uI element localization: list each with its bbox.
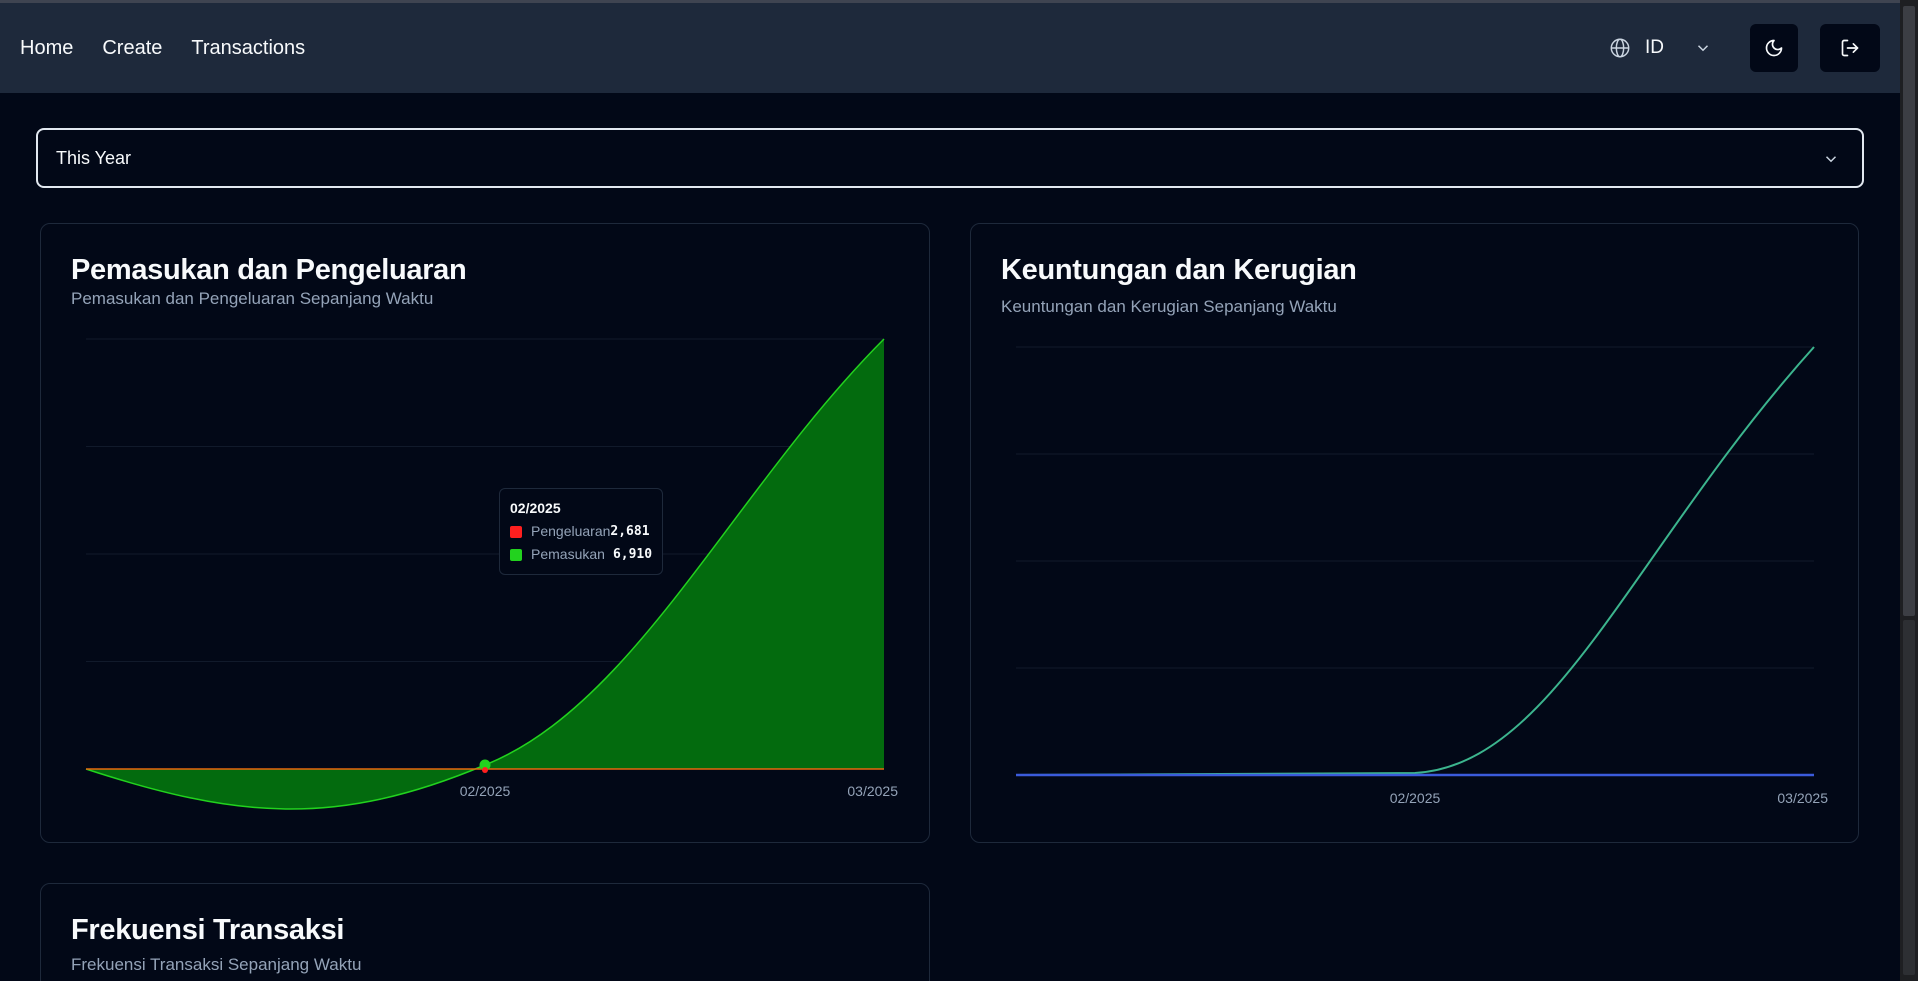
theme-toggle-button[interactable] — [1750, 24, 1798, 72]
tooltip-value: 2,681 — [610, 524, 650, 539]
page-scrollbar[interactable] — [1900, 0, 1918, 981]
expense-swatch — [510, 525, 522, 538]
tooltip-label: Pengeluaran — [531, 523, 611, 539]
income-area — [86, 339, 884, 810]
income-expense-chart[interactable]: 02/2025 03/2025 — [41, 224, 931, 844]
logout-button[interactable] — [1820, 24, 1880, 72]
card-title: Frekuensi Transaksi — [71, 914, 345, 946]
moon-icon — [1765, 39, 1783, 57]
tooltip-row-income: Pemasukan 6,910 — [510, 543, 652, 566]
chevron-down-icon — [1697, 45, 1709, 52]
income-swatch — [510, 548, 522, 561]
logout-icon — [1841, 39, 1859, 57]
active-point-expense — [482, 767, 488, 773]
tooltip-value: 6,910 — [612, 547, 653, 562]
top-nav-bar: Home Create Transactions ID — [0, 3, 1900, 93]
income-expense-card: Pemasukan dan Pengeluaran Pemasukan dan … — [40, 223, 930, 843]
chevron-down-icon — [1825, 156, 1837, 163]
main-nav: Home Create Transactions — [20, 37, 334, 60]
transaction-frequency-card: Frekuensi Transaksi Frekuensi Transaksi … — [40, 883, 930, 981]
chart-tooltip: 02/2025 Pengeluaran 2,681 Pemasukan 6,91… — [499, 488, 664, 575]
scrollbar-track-upper — [1903, 6, 1915, 616]
globe-icon — [1610, 38, 1630, 58]
card-subtitle: Frekuensi Transaksi Sepanjang Waktu — [71, 955, 362, 974]
nav-home-link[interactable]: Home — [20, 37, 73, 60]
nav-create-link[interactable]: Create — [102, 37, 162, 60]
nav-transactions-link[interactable]: Transactions — [191, 37, 305, 60]
header-actions: ID — [1609, 3, 1900, 93]
language-selector[interactable]: ID — [1609, 37, 1712, 59]
scrollbar-thumb[interactable] — [1903, 620, 1915, 975]
tooltip-title: 02/2025 — [510, 500, 561, 516]
language-code: ID — [1645, 37, 1664, 58]
period-select-value: This Year — [56, 147, 132, 168]
profit-loss-chart[interactable]: 02/2025 03/2025 — [971, 224, 1860, 844]
x-tick-label: 02/2025 — [460, 783, 511, 799]
x-tick-label: 03/2025 — [1777, 790, 1828, 806]
tooltip-label: Pemasukan — [531, 546, 605, 562]
period-select[interactable]: This Year — [36, 128, 1864, 188]
profit-loss-card: Keuntungan dan Kerugian Keuntungan dan K… — [970, 223, 1859, 843]
x-tick-label: 03/2025 — [847, 783, 898, 799]
x-tick-label: 02/2025 — [1390, 790, 1441, 806]
tooltip-row-expense: Pengeluaran 2,681 — [510, 520, 652, 543]
